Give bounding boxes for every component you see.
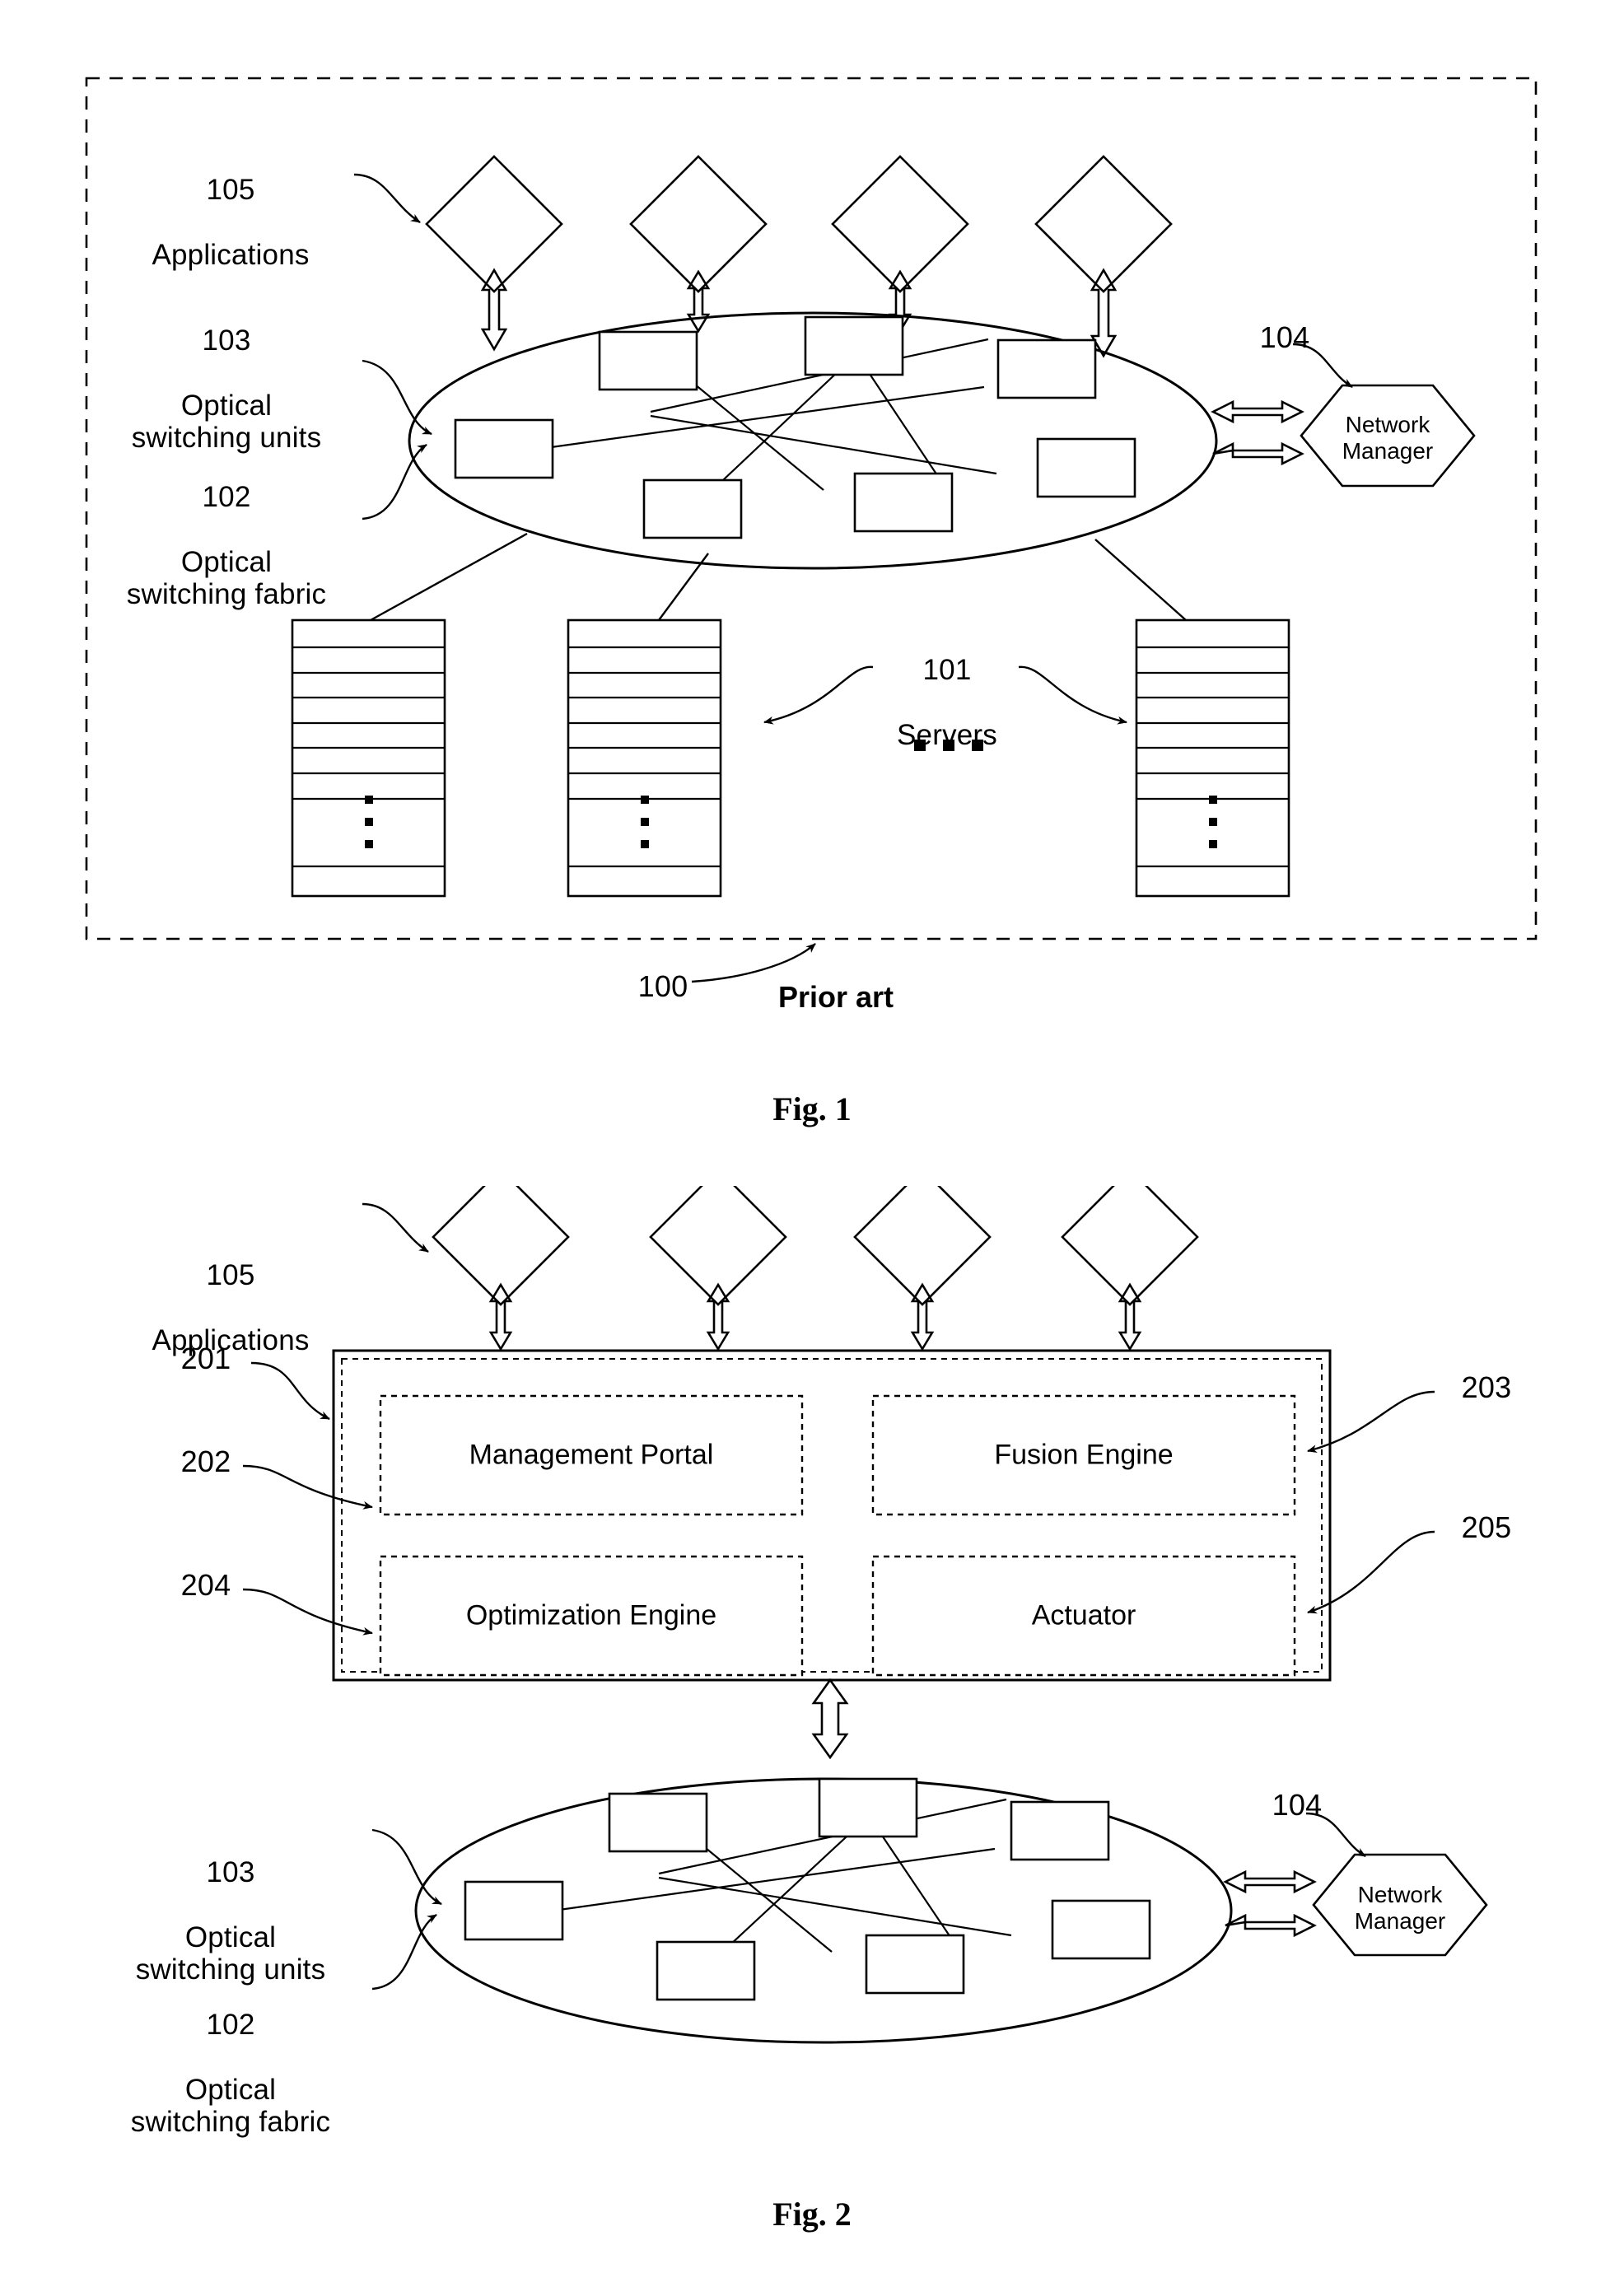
double-arrow-horizontal <box>1223 1869 1317 1894</box>
switching-unit <box>464 1880 564 1941</box>
label-text-optical-switching-units: Optical switching units <box>131 389 322 454</box>
module-actuator[interactable]: Actuator <box>873 1557 1295 1675</box>
leader-105-fig2 <box>362 1202 429 1253</box>
ref-number-105: 105 <box>206 174 255 207</box>
ref-number-103: 103 <box>202 324 251 357</box>
ref-number-100: 100 <box>637 969 688 1003</box>
network-manager-label-fig2: Network Manager <box>1354 1882 1446 1935</box>
switching-unit <box>1051 1899 1151 1960</box>
label-102-optical-switching-fabric-fig2: 102 Optical switching fabric <box>91 1977 371 2170</box>
server-rack <box>1135 618 1290 898</box>
module-label-optimization-engine: Optimization Engine <box>465 1599 717 1631</box>
double-arrow-vertical <box>1118 1282 1142 1351</box>
label-text-optical-switching-fabric: Optical switching fabric <box>126 545 327 610</box>
optical-switching-units-1 <box>454 315 1136 539</box>
label-101-servers: 101 Servers <box>840 622 1054 783</box>
double-arrow-vertical <box>686 269 711 334</box>
rack-ellipsis-dots <box>365 796 373 848</box>
ref-number-202: 202 <box>180 1445 231 1478</box>
module-optimization-engine[interactable]: Optimization Engine <box>380 1557 802 1675</box>
ref-number-101: 101 <box>922 654 972 687</box>
app-controller-links-2 <box>488 1282 1142 1351</box>
ref-number-205: 205 <box>1461 1510 1512 1544</box>
label-102-optical-switching-fabric: 102 Optical switching fabric <box>91 449 362 642</box>
ref-number-105-fig2: 105 <box>206 1259 255 1292</box>
label-text-servers: Servers <box>897 718 997 751</box>
leader-103-fig2 <box>371 1828 442 1906</box>
fabric-server-links-1 <box>370 532 1187 622</box>
switching-unit <box>996 338 1097 399</box>
label-105-applications: 105 Applications <box>107 142 354 303</box>
ref-number-104-fig1: 104 <box>1259 320 1310 354</box>
network-manager-label-fig1: Network Manager <box>1342 412 1434 464</box>
ref-number-102-fig2: 102 <box>206 2009 255 2042</box>
leader-102 <box>362 443 427 520</box>
prior-art-note: Prior art <box>778 980 894 1014</box>
leader-105 <box>353 173 421 224</box>
switching-unit <box>865 1934 965 1995</box>
double-arrow-horizontal <box>1212 441 1304 466</box>
module-fusion-engine[interactable]: Fusion Engine <box>873 1396 1295 1515</box>
double-arrow-vertical <box>480 268 508 352</box>
double-arrow-horizontal <box>1225 1913 1317 1938</box>
module-label-fusion-engine: Fusion Engine <box>994 1439 1174 1471</box>
rack-ellipsis-dots <box>1209 796 1217 848</box>
switching-unit <box>1036 437 1136 498</box>
ref-number-104-fig2: 104 <box>1272 1788 1323 1822</box>
module-label-management-portal: Management Portal <box>469 1439 714 1471</box>
switching-unit <box>818 1777 918 1838</box>
leader-103 <box>362 359 432 436</box>
figure-1-caption: Fig. 1 <box>772 1090 852 1127</box>
application-diamonds-1 <box>425 155 1173 293</box>
double-arrow-horizontal <box>1211 399 1304 424</box>
switching-unit <box>1010 1800 1110 1861</box>
ref-number-103-fig2: 103 <box>206 1856 255 1889</box>
ref-number-204: 204 <box>180 1568 231 1602</box>
patent-figure-page: 105 Applications 103 Optical switching u… <box>0 0 1624 2287</box>
label-text-applications: Applications <box>152 238 310 271</box>
double-arrow-vertical <box>706 1282 730 1351</box>
label-text-optical-switching-fabric-fig2: Optical switching fabric <box>130 2073 331 2138</box>
switching-unit <box>608 1792 708 1853</box>
double-arrow-vertical <box>910 1282 935 1351</box>
module-label-actuator: Actuator <box>1031 1599 1136 1631</box>
ref-number-203: 203 <box>1461 1370 1512 1404</box>
switching-unit <box>598 330 698 391</box>
switching-unit <box>804 315 904 376</box>
switching-unit <box>656 1940 756 2001</box>
ref-number-201: 201 <box>180 1342 231 1375</box>
optical-switching-units-2 <box>464 1777 1151 2001</box>
server-rack <box>567 618 722 898</box>
figure-2-caption: Fig. 2 <box>772 2196 852 2233</box>
rack-ellipsis-dots <box>641 796 649 848</box>
switching-unit <box>454 418 554 479</box>
application-diamonds-2 <box>432 1186 1199 1306</box>
module-management-portal[interactable]: Management Portal <box>380 1396 802 1515</box>
leader-102-fig2 <box>371 1913 437 1991</box>
double-arrow-vertical <box>488 1282 513 1351</box>
double-arrow-vertical-controller-fabric <box>811 1678 849 1760</box>
switching-unit <box>642 478 743 539</box>
server-rack <box>291 618 446 898</box>
server-racks-1 <box>291 618 1290 898</box>
switching-unit <box>853 472 954 533</box>
ref-number-102: 102 <box>202 481 251 514</box>
